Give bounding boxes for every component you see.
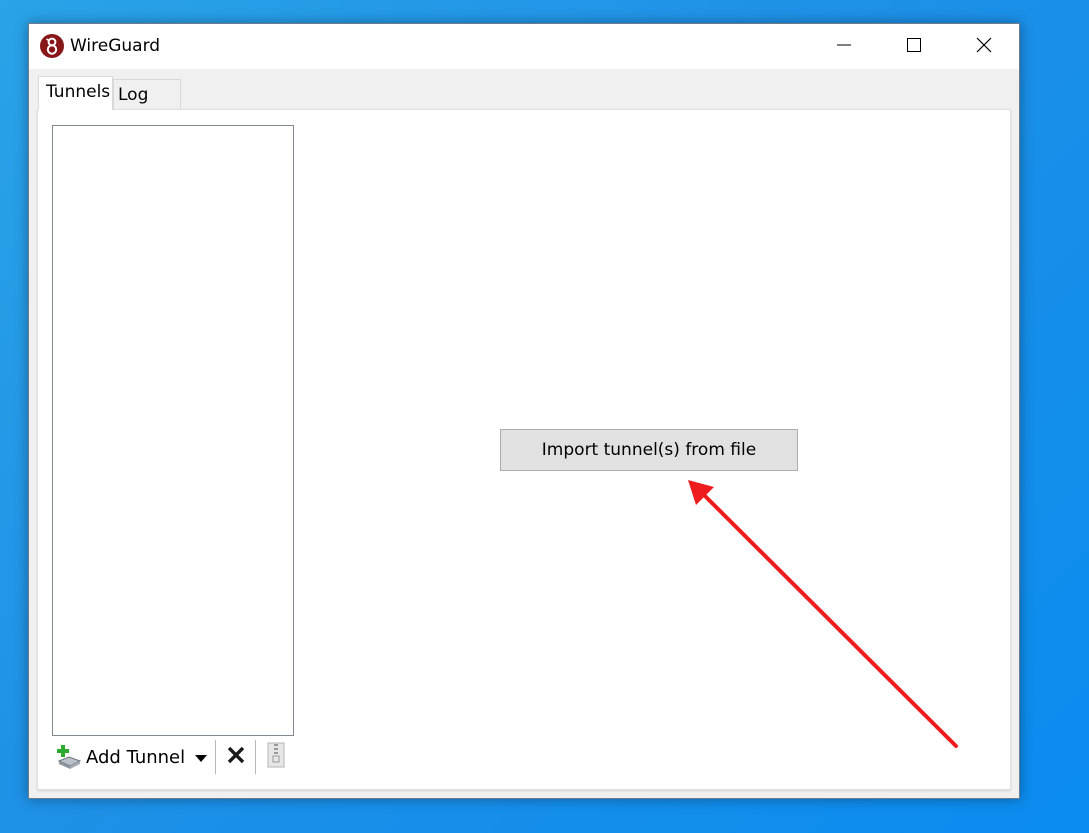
import-tunnels-button[interactable]: Import tunnel(s) from file	[500, 429, 798, 471]
title-bar[interactable]: WireGuard	[29, 24, 1019, 69]
tunnel-list[interactable]	[52, 125, 294, 736]
maximize-button[interactable]	[879, 24, 949, 69]
window-title: WireGuard	[70, 36, 161, 56]
tunnels-panel: Add Tunnel Import tunnel(s) from file	[37, 109, 1011, 790]
export-tunnels-button[interactable]	[263, 742, 289, 772]
add-tunnel-icon	[56, 744, 82, 770]
wireguard-logo-icon	[40, 34, 64, 58]
toolbar-divider	[255, 740, 256, 774]
close-button[interactable]	[949, 24, 1019, 69]
add-tunnel-dropdown[interactable]	[192, 746, 210, 768]
toolbar-divider	[215, 740, 216, 774]
tab-log-label: Log	[118, 85, 149, 105]
delete-x-icon	[226, 745, 246, 769]
tab-bar: Tunnels Log	[29, 69, 1019, 110]
close-icon	[976, 37, 992, 57]
delete-tunnel-button[interactable]	[223, 744, 249, 770]
wireguard-window: WireGuard Tunnels Log Add Tunnel Import …	[28, 23, 1020, 799]
tab-tunnels[interactable]: Tunnels	[38, 76, 113, 110]
minimize-icon	[836, 37, 852, 57]
tab-tunnels-label: Tunnels	[46, 82, 111, 102]
export-zip-icon	[266, 742, 286, 772]
maximize-icon	[906, 37, 922, 57]
add-tunnel-label: Add Tunnel	[86, 746, 186, 768]
tab-log[interactable]: Log	[113, 79, 181, 109]
dropdown-arrow-icon	[195, 748, 207, 767]
minimize-button[interactable]	[809, 24, 879, 69]
tunnel-toolbar: Add Tunnel	[52, 738, 302, 776]
add-tunnel-button[interactable]: Add Tunnel	[56, 742, 185, 772]
